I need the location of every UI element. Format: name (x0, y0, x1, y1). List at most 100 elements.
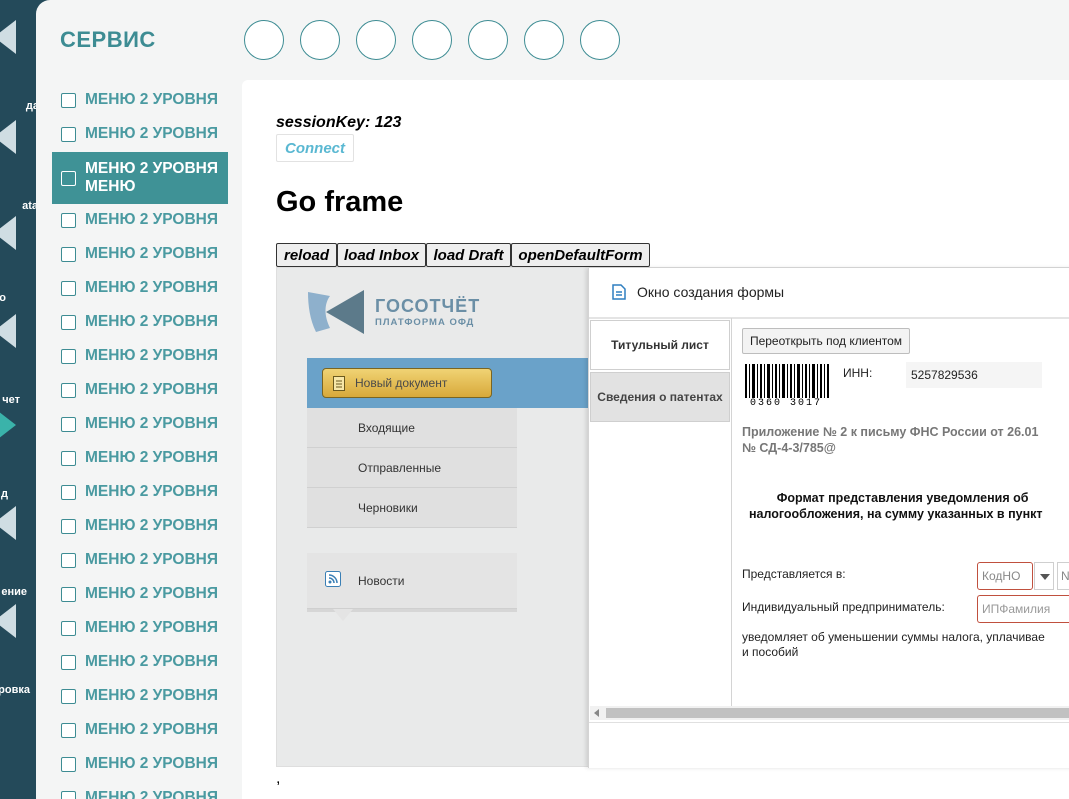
appendix-text: Приложение № 2 к письму ФНС России от 26… (742, 425, 1039, 455)
checkbox[interactable] (61, 790, 76, 799)
checkbox[interactable] (61, 280, 76, 296)
sidebar-item[interactable]: МЕНЮ 2 УРОВНЯ (52, 475, 228, 509)
checkbox[interactable] (61, 416, 76, 432)
format-title: Формат представления уведомления об нало… (748, 491, 1043, 521)
checkbox[interactable] (61, 586, 76, 602)
sidebar-item[interactable]: МЕНЮ 2 УРОВНЯ (52, 713, 228, 747)
open-default-form-button[interactable]: openDefaultForm (511, 243, 650, 267)
barcode-number: 0360 3017 (750, 398, 823, 409)
sidebar-item[interactable]: МЕНЮ 2 УРОВНЯ (52, 747, 228, 781)
sidebar-item[interactable]: МЕНЮ 2 УРОВНЯ (52, 679, 228, 713)
tax-office-code-field[interactable]: КодНО (977, 562, 1033, 590)
sidebar-item[interactable]: МЕНЮ 2 УРОВНЯ (52, 203, 228, 237)
nav-item-inbox[interactable]: Входящие (307, 408, 517, 448)
checkbox[interactable] (61, 518, 76, 534)
sidebar-item[interactable]: МЕНЮ 2 УРОВНЯ (52, 237, 228, 271)
checkbox[interactable] (61, 450, 76, 466)
rail-item-2[interactable]: ata (0, 120, 38, 212)
sidebar-item[interactable]: МЕНЮ 2 УРОВНЯ (52, 407, 228, 441)
nav-item-sent[interactable]: Отправленные (307, 448, 517, 488)
checkbox[interactable] (61, 722, 76, 738)
rail-item-1[interactable]: да (0, 20, 39, 112)
sidebar-item-label: МЕНЮ 2 УРОВНЯ (85, 381, 219, 398)
quick-action-circle-4[interactable] (412, 20, 452, 60)
sidebar-item-label: МЕНЮ 2 УРОВНЯ (85, 483, 219, 500)
checkbox[interactable] (61, 620, 76, 636)
entrepreneur-surname-field[interactable]: ИПФамилия (977, 595, 1069, 623)
sidebar-item[interactable]: МЕНЮ 2 УРОВНЯ (52, 117, 228, 151)
form-icon (612, 284, 626, 300)
connect-button[interactable]: Connect (276, 134, 354, 162)
back-icon (0, 604, 16, 638)
sidebar-item[interactable]: МЕНЮ 2 УРОВНЯ (52, 781, 228, 799)
checkbox[interactable] (61, 654, 76, 670)
reload-button[interactable]: reload (276, 243, 337, 267)
rail-item-6[interactable]: ение (0, 506, 36, 598)
checkbox[interactable] (61, 756, 76, 772)
sidebar-item-label: МЕНЮ 2 УРОВНЯ (85, 789, 219, 799)
inn-label: ИНН: (843, 366, 873, 380)
checkbox[interactable] (61, 246, 76, 262)
sidebar-item-label: МЕНЮ 2 УРОВНЯ (85, 125, 219, 142)
load-inbox-button[interactable]: load Inbox (337, 243, 426, 267)
quick-action-circle-2[interactable] (300, 20, 340, 60)
form-window-title: Окно создания формы (637, 284, 785, 300)
tax-office-dropdown-button[interactable] (1034, 562, 1054, 590)
scrollbar-thumb[interactable] (606, 708, 1069, 718)
back-icon (0, 120, 16, 154)
checkbox[interactable] (61, 92, 76, 108)
nav-item-drafts[interactable]: Черновики (307, 488, 517, 528)
sidebar-item[interactable]: МЕНЮ 2 УРОВНЯ (52, 543, 228, 577)
rail-item-7[interactable]: ровка (0, 604, 36, 696)
checkbox[interactable] (61, 382, 76, 398)
sidebar-item-label: МЕНЮ 2 УРОВНЯ (85, 415, 219, 432)
quick-action-circle-5[interactable] (468, 20, 508, 60)
sidebar-item[interactable]: МЕНЮ 2 УРОВНЯ (52, 373, 228, 407)
gosotchet-logo-icon (308, 290, 364, 334)
sidebar-item[interactable]: МЕНЮ 2 УРОВНЯ (52, 509, 228, 543)
inn-field[interactable]: 5257829536 (906, 362, 1042, 388)
checkbox[interactable] (61, 212, 76, 228)
checkbox[interactable] (61, 126, 76, 142)
scroll-left-icon[interactable] (594, 709, 599, 717)
sidebar-item[interactable]: МЕНЮ 2 УРОВНЯ (52, 305, 228, 339)
sidebar-item[interactable]: МЕНЮ 2 УРОВНЯ (52, 271, 228, 305)
news-panel[interactable]: Новости (307, 553, 517, 609)
session-key-text: sessionKey: 123 (276, 114, 402, 131)
entrepreneur-label: Индивидуальный предприниматель: (742, 600, 945, 614)
reopen-as-client-button[interactable]: Переоткрыть под клиентом (742, 328, 910, 354)
rail-item-label: д (1, 488, 8, 500)
checkbox[interactable] (61, 170, 76, 186)
rail-item-label: о (0, 292, 6, 304)
quick-action-circle-6[interactable] (524, 20, 564, 60)
page-title: СЕРВИС (60, 27, 156, 52)
new-document-button[interactable]: Новый документ (322, 368, 492, 398)
app-rail: да ata о чет д ение ровка (0, 0, 39, 799)
sidebar-item[interactable]: МЕНЮ 2 УРОВНЯ (52, 645, 228, 679)
sidebar-item[interactable]: МЕНЮ 2 УРОВНЯ (52, 577, 228, 611)
back-icon (0, 506, 16, 540)
sidebar-item[interactable]: МЕНЮ 2 УРОВНЯ (52, 339, 228, 373)
tab-patent-info[interactable]: Сведения о патентах (590, 372, 730, 422)
checkbox[interactable] (61, 314, 76, 330)
checkbox[interactable] (61, 688, 76, 704)
quick-action-circle-7[interactable] (580, 20, 620, 60)
sidebar-item[interactable]: МЕНЮ 2 УРОВНЯ (52, 611, 228, 645)
quick-action-circle-3[interactable] (356, 20, 396, 60)
checkbox[interactable] (61, 348, 76, 364)
sidebar-item[interactable]: МЕНЮ 2 УРОВНЯ (52, 441, 228, 475)
load-draft-button[interactable]: load Draft (426, 243, 511, 267)
rail-item-5[interactable]: д (0, 408, 36, 500)
sidebar-item-active[interactable]: МЕНЮ 2 УРОВНЯ МЕНЮ (52, 152, 228, 204)
rail-item-3[interactable]: о (0, 216, 36, 304)
play-icon (0, 412, 16, 438)
checkbox[interactable] (61, 484, 76, 500)
back-icon (0, 20, 16, 54)
rail-item-4[interactable]: чет (0, 314, 36, 406)
sidebar-item[interactable]: МЕНЮ 2 УРОВНЯ (52, 83, 228, 117)
tab-title-page[interactable]: Титульный лист (590, 320, 730, 370)
sidebar-item-label: МЕНЮ 2 УРОВНЯ (85, 211, 219, 228)
tax-office-name-field[interactable]: N (1057, 562, 1069, 590)
checkbox[interactable] (61, 552, 76, 568)
quick-action-circle-1[interactable] (244, 20, 284, 60)
